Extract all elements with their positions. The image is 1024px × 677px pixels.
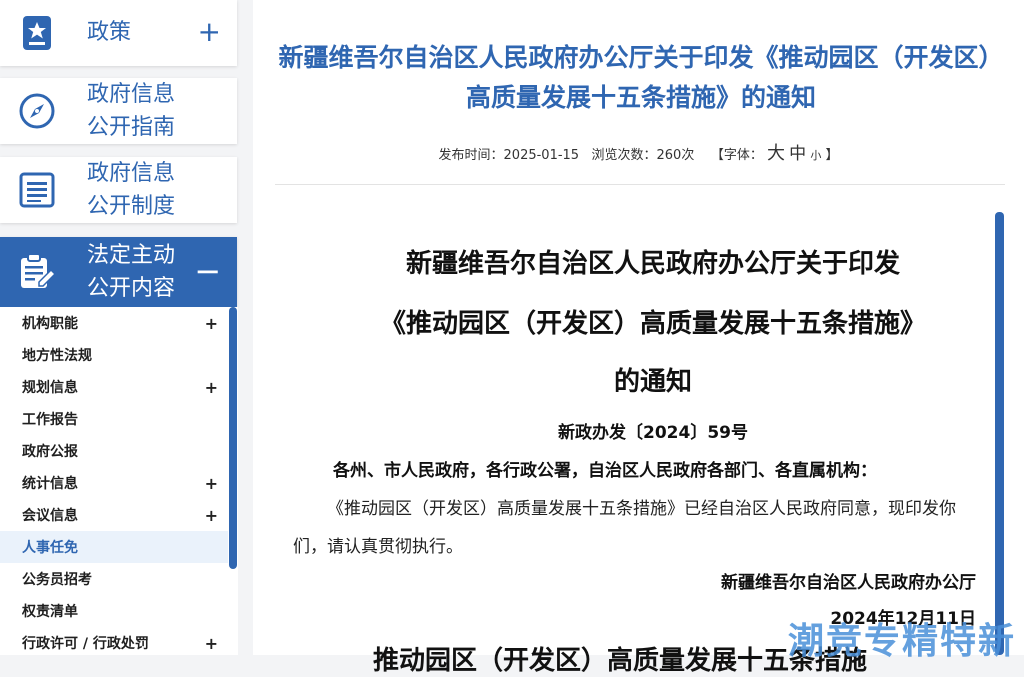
nav-label-policy: 政策 <box>87 20 132 45</box>
doc-title-line: 《推动园区（开发区）高质量发展十五条措施》 <box>379 309 926 339</box>
signer: 新疆维吾尔自治区人民政府办公厅 <box>721 573 976 593</box>
submenu-item-label: 权责清单 <box>22 604 78 620</box>
document-number: 新政办发〔2024〕59号 <box>558 423 748 443</box>
nav-label-statutory-content: 法定主动公开内容 <box>87 239 207 305</box>
submenu-item-label: 公务员招考 <box>22 572 92 588</box>
submenu-item[interactable]: 规划信息 + <box>0 371 228 403</box>
expand-plus-icon[interactable]: + <box>205 314 218 333</box>
collapse-minus-icon[interactable]: − <box>194 255 221 287</box>
expand-plus-icon[interactable]: + <box>205 634 218 653</box>
submenu-item[interactable]: 机构职能 + <box>0 307 228 339</box>
submenu-item-label: 行政许可 / 行政处罚 <box>22 636 149 652</box>
nav-label-text: 政府信息公开指南 <box>87 82 176 140</box>
addressee: 各州、市人民政府，各行政公署，自治区人民政府各部门、各直属机构： <box>333 461 877 481</box>
sidebar: 政策 + 政府信息公开指南 政府信息公开制度 法定主动公开内容 − 机构职能 + … <box>0 0 238 655</box>
expand-plus-icon[interactable]: + <box>198 18 221 46</box>
nav-item-policy[interactable]: 政策 + <box>0 0 237 66</box>
submenu: 机构职能 + 地方性法规 规划信息 + 工作报告 政府公报 统计信息 + 会议信息 + … <box>0 307 238 655</box>
nav-item-disclosure-guide[interactable]: 政府信息公开指南 <box>0 78 237 144</box>
star-document-icon <box>17 13 57 53</box>
watermark: 潮竞专精特新 <box>788 621 1017 662</box>
submenu-item[interactable]: 地方性法规 <box>0 339 228 371</box>
nav-label-disclosure-system: 政府信息公开制度 <box>87 157 207 223</box>
submenu-item[interactable]: 政府公报 <box>0 435 228 467</box>
submenu-item[interactable]: 公务员招考 <box>0 563 228 595</box>
nav-label-text: 法定主动公开内容 <box>87 243 176 301</box>
submenu-item[interactable]: 统计信息 + <box>0 467 228 499</box>
submenu-item[interactable]: 工作报告 <box>0 403 228 435</box>
expand-plus-icon[interactable]: + <box>205 378 218 397</box>
publish-date: 2025-01-15 <box>503 148 580 163</box>
font-size-open: 【字体： <box>710 148 763 163</box>
doc-title-line: 新疆维吾尔自治区人民政府办公厅关于印发 <box>405 249 900 279</box>
list-document-icon <box>17 170 57 210</box>
document-scrollbar[interactable] <box>995 212 1004 655</box>
submenu-item-label: 规划信息 <box>22 380 78 396</box>
view-count: 260次 <box>656 148 695 163</box>
submenu-item-label: 统计信息 <box>22 476 78 492</box>
document-body: 《推动园区（开发区）高质量发展十五条措施》已经自治区人民政府同意，现印发你们，请… <box>293 499 956 557</box>
article-panel: 新疆维吾尔自治区人民政府办公厅关于印发《推动园区（开发区）高质量发展十五条措施》… <box>253 0 1024 676</box>
article-meta: 发布时间：2025-01-15 浏览次数：260次 【字体： 大 中 小 】 <box>253 139 1024 165</box>
expand-plus-icon[interactable]: + <box>205 474 218 493</box>
edit-document-icon <box>17 252 57 292</box>
submenu-item[interactable]: 权责清单 <box>0 595 228 627</box>
submenu-item[interactable]: 会议信息 + <box>0 499 228 531</box>
submenu-item-label: 地方性法规 <box>22 348 92 364</box>
date-label: 发布时间： <box>438 148 504 163</box>
submenu-scrollbar[interactable] <box>229 307 237 569</box>
font-size-large-button[interactable]: 大 <box>767 143 785 164</box>
doc-title-line: 的通知 <box>613 367 692 397</box>
views-label: 浏览次数： <box>591 148 657 163</box>
nav-item-disclosure-system[interactable]: 政府信息公开制度 <box>0 157 237 223</box>
nav-item-statutory-content[interactable]: 法定主动公开内容 − <box>0 237 237 307</box>
font-size-medium-button[interactable]: 中 <box>789 144 806 164</box>
expand-plus-icon[interactable]: + <box>205 506 218 525</box>
font-size-small-button[interactable]: 小 <box>810 149 821 162</box>
compass-icon <box>17 91 57 131</box>
nav-label-disclosure-guide: 政府信息公开指南 <box>87 78 207 144</box>
submenu-item-label: 会议信息 <box>22 508 78 524</box>
divider <box>275 184 1005 185</box>
submenu-item-label: 机构职能 <box>22 316 78 332</box>
submenu-item-selected[interactable]: 人事任免 <box>0 531 228 563</box>
nav-label-text: 政府信息公开制度 <box>87 161 176 219</box>
submenu-item-label: 人事任免 <box>22 540 78 556</box>
submenu-item-label: 工作报告 <box>22 412 78 428</box>
submenu-item[interactable]: 行政许可 / 行政处罚 + <box>0 627 228 659</box>
font-size-close: 】 <box>825 148 839 163</box>
article-title: 新疆维吾尔自治区人民政府办公厅关于印发《推动园区（开发区）高质量发展十五条措施》… <box>278 43 1004 112</box>
submenu-item-label: 政府公报 <box>22 444 78 460</box>
